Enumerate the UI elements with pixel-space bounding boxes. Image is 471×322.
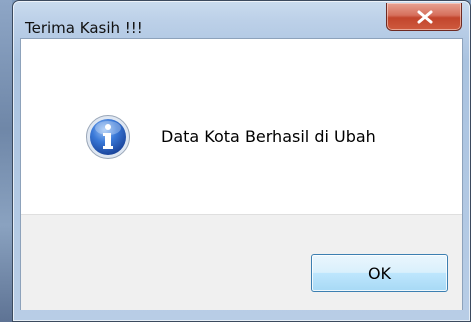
button-bar: OK: [21, 214, 462, 310]
information-icon: [86, 115, 130, 159]
ok-button[interactable]: OK: [311, 254, 448, 292]
close-button[interactable]: [386, 3, 462, 31]
desktop-background: [0, 0, 12, 322]
dialog-title: Terima Kasih !!!: [25, 19, 143, 37]
message-dialog: Terima Kasih !!! Data Kota Berhasil di U…: [12, 0, 471, 322]
dialog-message: Data Kota Berhasil di Ubah: [161, 127, 376, 146]
close-icon: [417, 10, 433, 24]
dialog-content: Data Kota Berhasil di Ubah OK: [20, 38, 463, 310]
